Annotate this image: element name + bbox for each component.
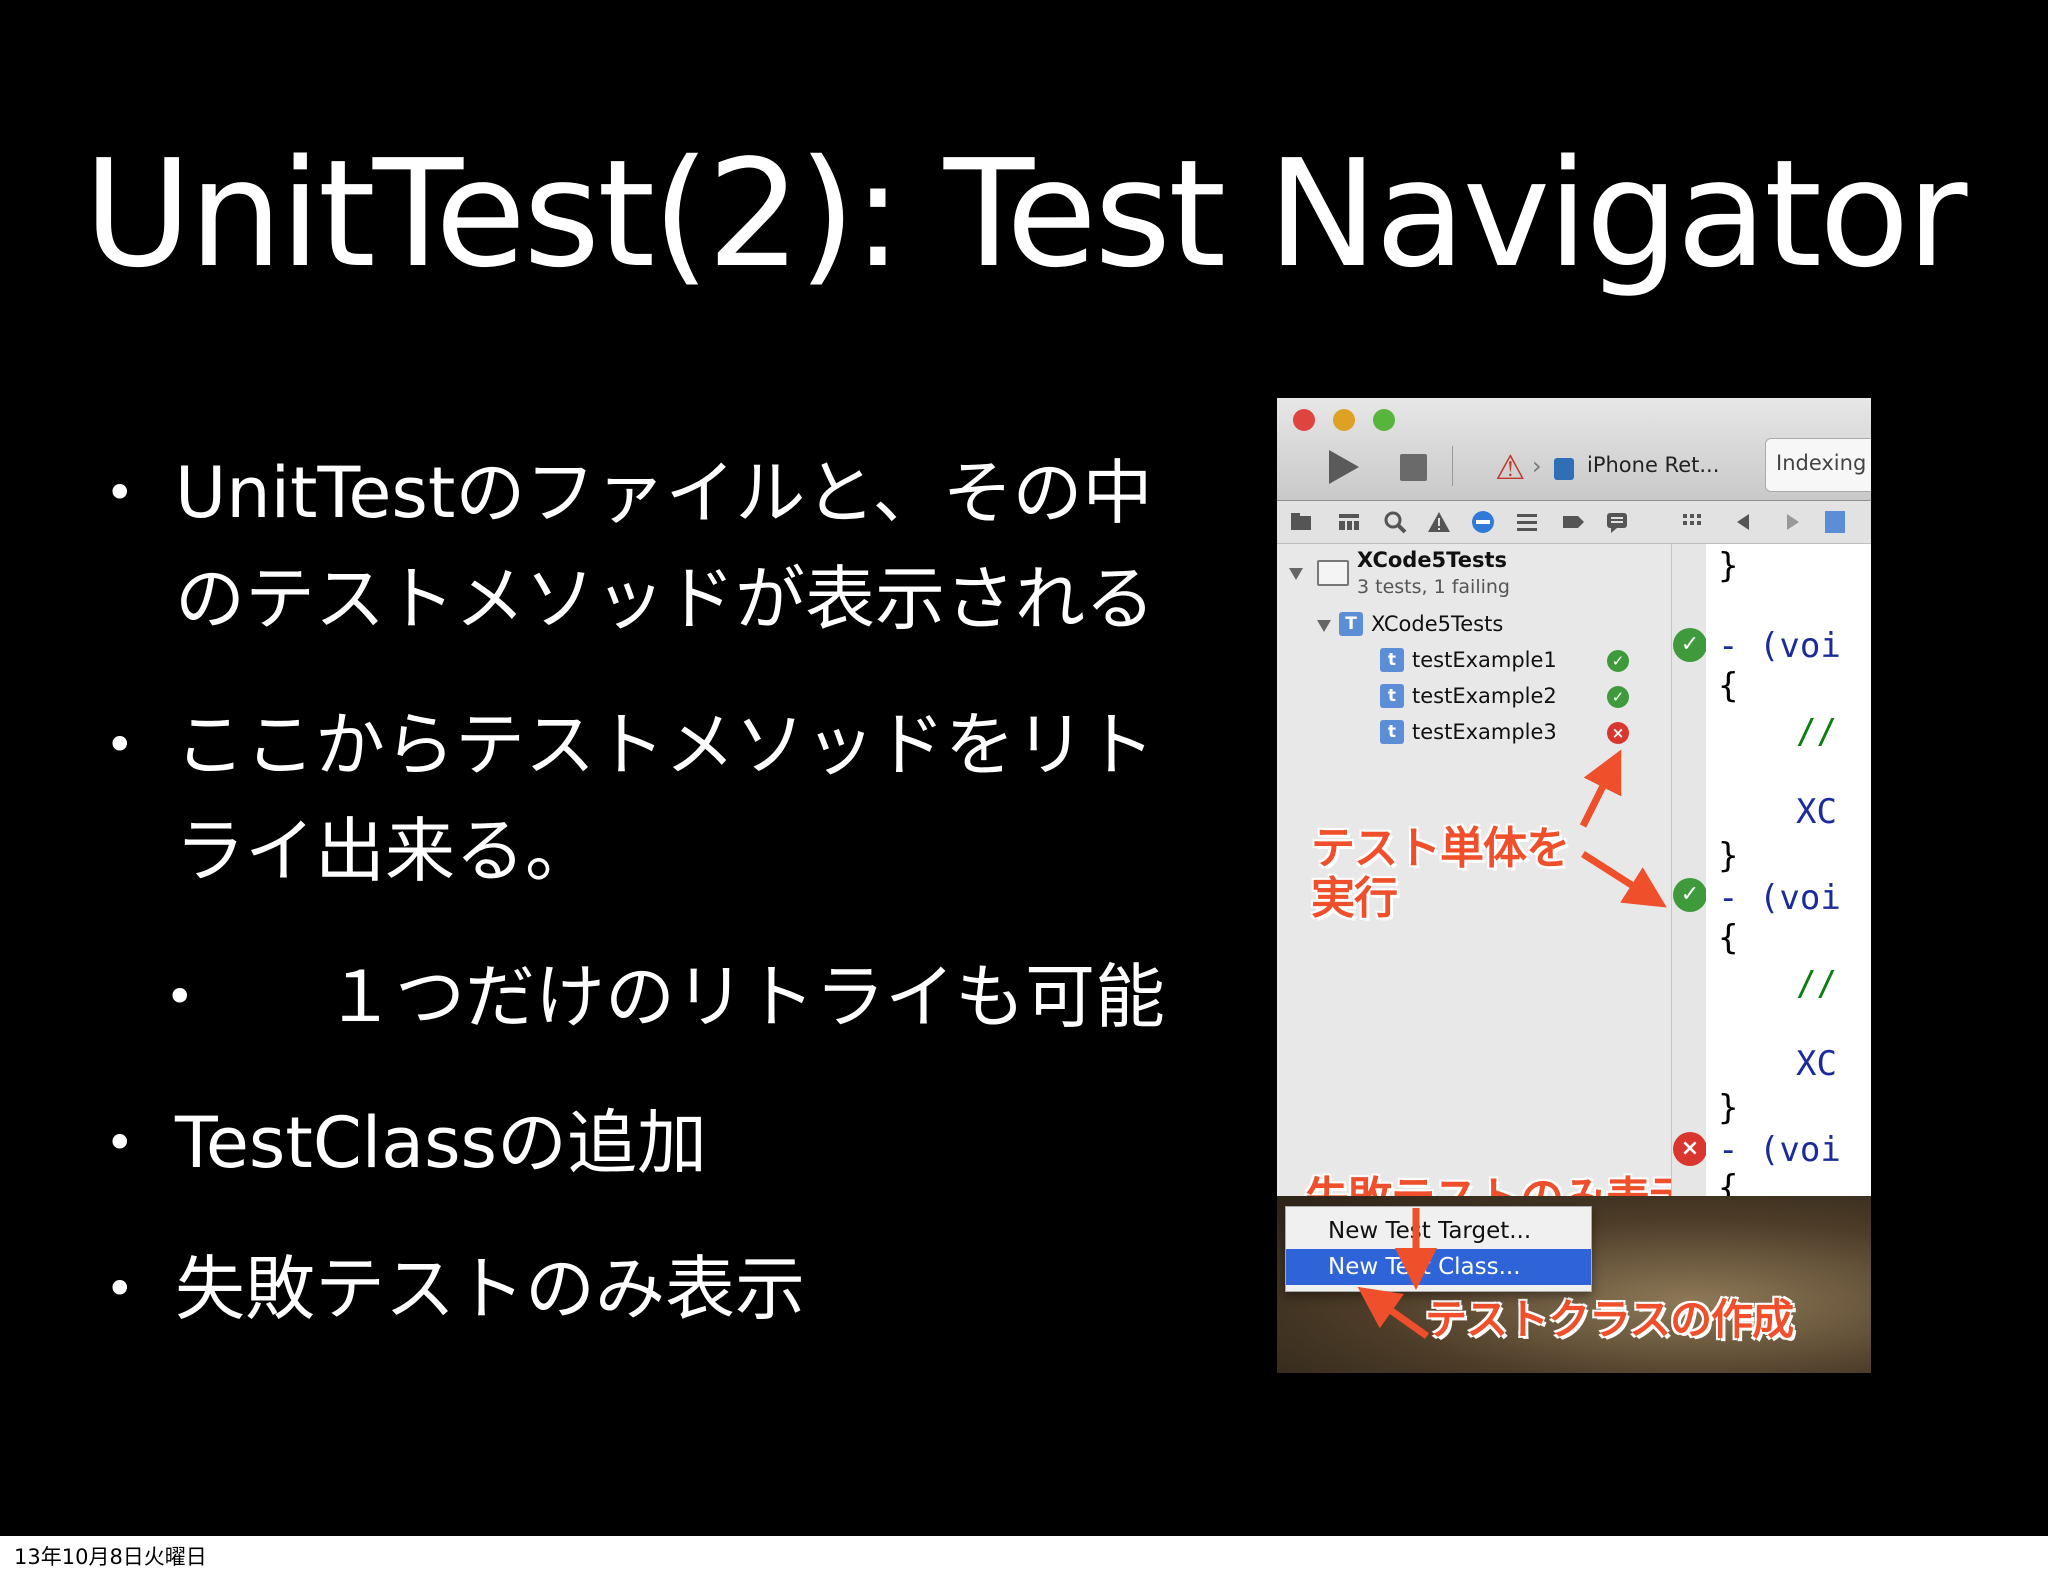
project-icon xyxy=(1317,560,1349,586)
bullet-dot-icon: • xyxy=(105,1114,135,1172)
zoom-window-icon[interactable] xyxy=(1373,409,1395,431)
bullet-item: • UnitTestのファイルと、その中 のテストメソッドが表示される xyxy=(95,440,1195,652)
folder-icon[interactable] xyxy=(1289,510,1313,534)
close-window-icon[interactable] xyxy=(1293,409,1315,431)
run-test-passed-icon[interactable]: ✓ xyxy=(1673,878,1707,912)
code-line: { xyxy=(1718,918,1739,958)
code-line: { xyxy=(1718,666,1739,706)
bullet-line: １つだけのリトライも可能 xyxy=(325,956,1165,1038)
breakpoint-icon[interactable] xyxy=(1561,510,1585,534)
menu-item-new-test-target[interactable]: New Test Target... xyxy=(1286,1213,1591,1249)
minimize-window-icon[interactable] xyxy=(1333,409,1355,431)
sub-bullet-item: • １つだけのリトライも可能 xyxy=(95,944,1195,1050)
stop-icon[interactable] xyxy=(1400,454,1427,481)
debug-icon[interactable] xyxy=(1515,510,1539,534)
code-line: XC xyxy=(1796,1044,1837,1084)
bullet-item: • TestClassの追加 xyxy=(95,1090,1195,1196)
run-icon[interactable] xyxy=(1329,450,1359,484)
bullet-line: のテストメソッドが表示される xyxy=(175,558,1155,640)
bullet-line: 失敗テストのみ表示 xyxy=(175,1248,805,1330)
test-method-name[interactable]: testExample3 xyxy=(1412,720,1557,744)
xcode-screenshot: ⚠ › iPhone Ret... Indexing XCode5Tests 3… xyxy=(1277,398,1871,1373)
related-items-icon[interactable] xyxy=(1681,510,1705,534)
xcode-toolbar: ⚠ › iPhone Ret... Indexing xyxy=(1277,398,1871,501)
bullet-line: ライ出来る。 xyxy=(175,810,595,892)
annotation-run-single: 実行 xyxy=(1311,873,1398,924)
test-target-icon: T xyxy=(1339,612,1363,636)
code-line: } xyxy=(1718,836,1739,876)
run-test-passed-icon[interactable]: ✓ xyxy=(1673,628,1707,662)
disclosure-triangle-icon[interactable] xyxy=(1289,568,1303,580)
test-target-name[interactable]: XCode5Tests xyxy=(1371,612,1503,636)
bullet-item: • 失敗テストのみ表示 xyxy=(95,1236,1195,1342)
test-navigator-icon[interactable] xyxy=(1471,510,1495,534)
menu-item-new-test-class[interactable]: New Test Class... xyxy=(1286,1249,1591,1285)
slide-title: UnitTest(2): Test Navigator xyxy=(83,128,1968,300)
bullet-item: • ここからテストメソッドをリト ライ出来る。 xyxy=(95,692,1195,904)
bullet-dot-icon: • xyxy=(105,716,135,774)
code-line: - (voi xyxy=(1718,626,1841,666)
test-method-icon: t xyxy=(1380,684,1404,708)
device-icon xyxy=(1554,458,1574,480)
test-method-name[interactable]: testExample1 xyxy=(1412,648,1557,672)
bullet-list: • UnitTestのファイルと、その中 のテストメソッドが表示される • ここ… xyxy=(95,440,1195,1382)
code-line: - (voi xyxy=(1718,878,1841,918)
log-icon[interactable] xyxy=(1605,510,1629,534)
disclosure-triangle-icon[interactable] xyxy=(1317,620,1331,632)
project-summary: 3 tests, 1 failing xyxy=(1357,576,1510,598)
symbol-icon[interactable] xyxy=(1337,510,1361,534)
search-icon[interactable] xyxy=(1383,510,1407,534)
test-failed-icon[interactable]: × xyxy=(1607,722,1629,744)
slide: UnitTest(2): Test Navigator • UnitTestのフ… xyxy=(0,0,2048,1536)
code-line: - (voi xyxy=(1718,1130,1841,1170)
warning-icon[interactable] xyxy=(1427,510,1451,534)
test-passed-icon[interactable]: ✓ xyxy=(1607,650,1629,672)
code-line: XC xyxy=(1796,792,1837,832)
slide-footer-date: 13年10月8日火曜日 xyxy=(14,1545,207,1569)
run-test-failed-icon[interactable]: × xyxy=(1673,1132,1707,1166)
bullet-dot-icon: • xyxy=(105,464,135,522)
test-method-name[interactable]: testExample2 xyxy=(1412,684,1557,708)
test-method-icon: t xyxy=(1380,648,1404,672)
bullet-dot-icon: • xyxy=(105,1260,135,1318)
file-icon[interactable] xyxy=(1823,510,1847,534)
scheme-icon[interactable]: ⚠ xyxy=(1495,448,1525,488)
status-text: Indexing xyxy=(1776,451,1867,475)
toolbar-divider xyxy=(1452,446,1453,486)
forward-arrow-icon[interactable] xyxy=(1781,510,1805,534)
add-menu: New Test Target... New Test Class... xyxy=(1285,1206,1592,1292)
jump-bar xyxy=(1671,501,1871,544)
bullet-line: UnitTestのファイルと、その中 xyxy=(175,452,1153,534)
bullet-line: TestClassの追加 xyxy=(175,1102,708,1184)
device-selector[interactable]: iPhone Ret... xyxy=(1587,453,1719,477)
navigator-selector-bar xyxy=(1277,501,1671,544)
code-line: } xyxy=(1718,546,1739,586)
activity-status: Indexing xyxy=(1765,438,1871,492)
bullet-dot-icon: • xyxy=(165,968,195,1026)
test-passed-icon[interactable]: ✓ xyxy=(1607,686,1629,708)
code-line: // xyxy=(1796,712,1837,752)
code-line: // xyxy=(1796,964,1837,1004)
back-arrow-icon[interactable] xyxy=(1731,510,1755,534)
annotation-create-class: テストクラスの作成 xyxy=(1425,1295,1794,1344)
bullet-line: ここからテストメソッドをリト xyxy=(175,704,1155,786)
code-line: } xyxy=(1718,1088,1739,1128)
chevron-right-icon: › xyxy=(1532,452,1542,480)
test-method-icon: t xyxy=(1380,720,1404,744)
project-name[interactable]: XCode5Tests xyxy=(1357,548,1507,572)
